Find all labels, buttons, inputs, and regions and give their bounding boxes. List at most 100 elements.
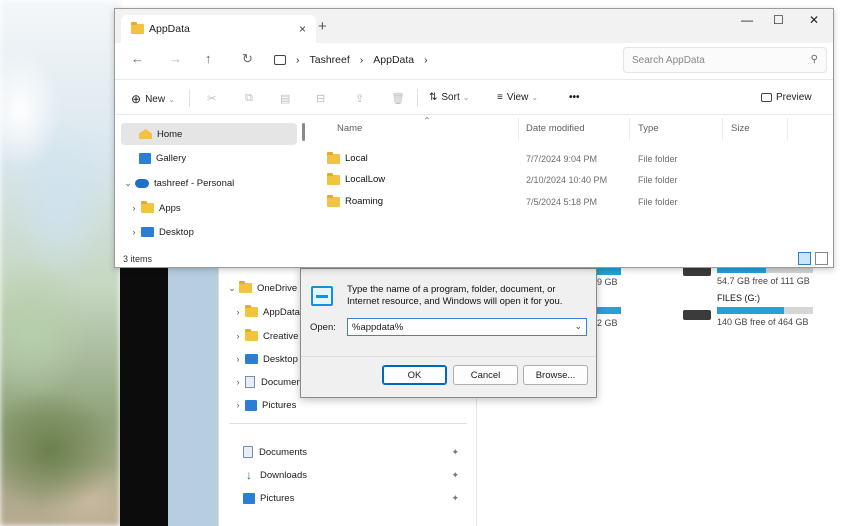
item-count: 3 items bbox=[123, 254, 153, 264]
column-header-size[interactable]: Size bbox=[731, 123, 749, 134]
maximize-button[interactable]: ☐ bbox=[773, 13, 784, 27]
folder-icon bbox=[327, 172, 340, 185]
file-row[interactable]: LocalLow 2/10/2024 10:40 PM File folder bbox=[327, 170, 823, 191]
document-icon bbox=[245, 376, 255, 388]
nav-item-label: Documen bbox=[261, 376, 302, 388]
nav-item-onedrive[interactable]: ⌄ OneDrive - bbox=[225, 277, 303, 299]
pin-icon: ✦ bbox=[451, 492, 459, 503]
column-divider[interactable] bbox=[787, 118, 788, 140]
view-icon: ≡ bbox=[497, 92, 503, 103]
delete-icon[interactable]: 🗑 bbox=[391, 92, 405, 105]
cloud-icon bbox=[135, 178, 149, 188]
cut-icon[interactable]: ✂ bbox=[207, 92, 216, 105]
close-tab-icon[interactable]: × bbox=[299, 22, 306, 36]
hard-drive-icon bbox=[683, 310, 711, 320]
title-bar: AppData × + — ☐ ✕ bbox=[115, 9, 833, 43]
file-date: 7/5/2024 5:18 PM bbox=[526, 197, 598, 207]
column-header-type[interactable]: Type bbox=[638, 123, 659, 134]
explorer-window: AppData × + — ☐ ✕ ← → ↑ ↻ › Tashreef › A… bbox=[114, 8, 834, 268]
tab-appdata[interactable]: AppData × bbox=[121, 15, 316, 43]
scrollbar-thumb[interactable] bbox=[302, 123, 305, 141]
new-button[interactable]: ⊕ New ⌄ bbox=[131, 92, 175, 106]
sidebar-item-label: Desktop bbox=[159, 226, 194, 238]
column-header-date[interactable]: Date modified bbox=[526, 123, 585, 134]
sort-button[interactable]: ⇅ Sort ⌄ bbox=[429, 92, 469, 103]
sidebar-item-apps[interactable]: › Apps bbox=[121, 197, 297, 219]
sort-label: Sort bbox=[441, 92, 460, 103]
nav-item-documents[interactable]: › Documen bbox=[231, 371, 302, 393]
rename-icon[interactable]: ⊟ bbox=[316, 92, 325, 105]
drive-name[interactable]: FILES (G:) bbox=[717, 293, 760, 303]
file-row[interactable]: Roaming 7/5/2024 5:18 PM File folder bbox=[327, 192, 823, 213]
open-input[interactable]: %appdata% ⌄ bbox=[347, 318, 587, 336]
minimize-button[interactable]: — bbox=[741, 13, 753, 27]
quick-access-downloads[interactable]: ↓ Downloads ✦ bbox=[243, 464, 467, 486]
close-button[interactable]: ✕ bbox=[809, 13, 819, 27]
search-input[interactable]: Search AppData ⚲ bbox=[623, 47, 827, 73]
ok-button[interactable]: OK bbox=[382, 365, 447, 385]
nav-item-label: Pictures bbox=[262, 399, 297, 411]
sort-icon: ⇅ bbox=[429, 92, 438, 103]
tiles-view-icon[interactable] bbox=[815, 252, 828, 265]
preview-pane-icon bbox=[761, 93, 772, 102]
breadcrumb-appdata[interactable]: AppData bbox=[373, 54, 414, 66]
sidebar-item-home[interactable]: Home bbox=[121, 123, 297, 145]
share-icon[interactable]: ⇪ bbox=[355, 92, 364, 105]
pictures-icon bbox=[243, 492, 255, 504]
back-button[interactable]: ← bbox=[131, 51, 144, 66]
sidebar-item-onedrive[interactable]: ⌄ tashreef - Personal bbox=[121, 172, 297, 194]
sidebar-item-gallery[interactable]: Gallery bbox=[121, 147, 297, 169]
more-options-button[interactable]: ••• bbox=[569, 92, 580, 103]
nav-item-desktop[interactable]: › Desktop bbox=[231, 348, 298, 370]
details-view-icon[interactable] bbox=[798, 252, 811, 265]
browse-button[interactable]: Browse... bbox=[523, 365, 588, 385]
cancel-button[interactable]: Cancel bbox=[453, 365, 518, 385]
up-button[interactable]: ↑ bbox=[205, 51, 212, 66]
nav-item-creative[interactable]: › Creative C bbox=[231, 325, 308, 347]
view-button[interactable]: ≡ View ⌄ bbox=[497, 92, 538, 103]
chevron-right-icon[interactable]: › bbox=[231, 377, 245, 387]
chevron-right-icon[interactable]: › bbox=[231, 307, 245, 317]
column-divider[interactable] bbox=[518, 118, 519, 140]
column-divider[interactable] bbox=[722, 118, 723, 140]
quick-access-pictures[interactable]: Pictures ✦ bbox=[243, 487, 467, 509]
refresh-button[interactable]: ↻ bbox=[242, 51, 253, 67]
file-row[interactable]: Local 7/7/2024 9:04 PM File folder bbox=[327, 149, 823, 170]
nav-item-label: Desktop bbox=[263, 353, 298, 365]
chevron-right-icon[interactable]: › bbox=[231, 354, 245, 364]
breadcrumb-tashreef[interactable]: Tashreef bbox=[310, 54, 350, 66]
nav-item-appdata[interactable]: › AppData bbox=[231, 301, 300, 323]
address-bar[interactable]: › Tashreef › AppData › bbox=[274, 47, 614, 73]
chevron-right-icon[interactable]: › bbox=[231, 400, 245, 410]
chevron-right-icon[interactable]: › bbox=[127, 203, 141, 213]
breadcrumb-separator: › bbox=[296, 54, 300, 66]
copy-icon[interactable]: ⧉ bbox=[245, 92, 253, 105]
monitor-icon bbox=[274, 55, 286, 65]
column-divider[interactable] bbox=[629, 118, 630, 140]
paste-icon[interactable]: ▤ bbox=[280, 92, 290, 105]
chevron-down-icon[interactable]: ⌄ bbox=[574, 321, 582, 332]
forward-button[interactable]: → bbox=[169, 51, 182, 66]
chevron-down-icon[interactable]: ⌄ bbox=[225, 283, 239, 294]
quick-access-label: Documents bbox=[259, 446, 308, 458]
divider bbox=[417, 89, 418, 107]
sidebar-item-label: tashreef - Personal bbox=[154, 177, 235, 189]
chevron-right-icon[interactable]: › bbox=[127, 227, 141, 237]
navigation-pane: Home Gallery ⌄ tashreef - Personal › App… bbox=[115, 116, 305, 251]
chevron-down-icon[interactable]: ⌄ bbox=[121, 178, 135, 189]
column-header-name[interactable]: Name bbox=[337, 123, 362, 134]
background-window-edge bbox=[120, 260, 168, 526]
quick-access-documents[interactable]: Documents ✦ bbox=[243, 441, 467, 463]
run-dialog: Type the name of a program, folder, docu… bbox=[300, 268, 597, 398]
chevron-right-icon[interactable]: › bbox=[231, 331, 245, 341]
preview-button[interactable]: Preview bbox=[761, 92, 812, 103]
new-tab-button[interactable]: + bbox=[318, 18, 327, 35]
pictures-icon bbox=[245, 399, 257, 411]
nav-item-pictures[interactable]: › Pictures bbox=[231, 394, 296, 416]
preview-label: Preview bbox=[776, 92, 812, 103]
sidebar-item-desktop[interactable]: › Desktop bbox=[121, 221, 297, 243]
divider bbox=[301, 356, 596, 357]
sort-ascending-icon: ⌃ bbox=[423, 116, 431, 127]
drive-usage-bar bbox=[597, 268, 621, 275]
folder-icon bbox=[239, 281, 252, 293]
